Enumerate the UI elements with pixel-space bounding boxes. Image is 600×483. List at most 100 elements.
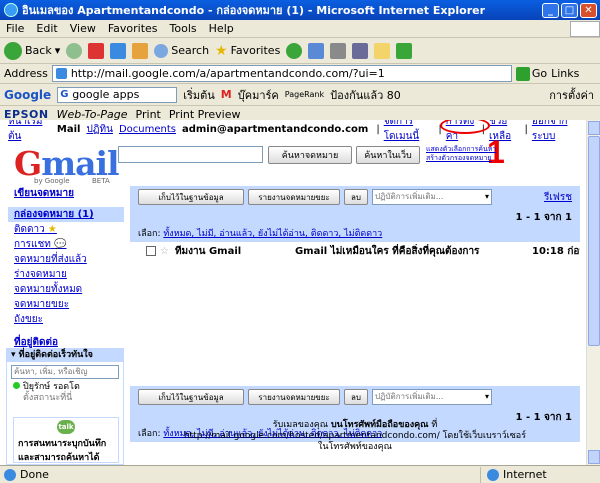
scroll-down-arrow-icon[interactable] (588, 450, 600, 464)
archive-button[interactable]: เก็บไว้ในฐานข้อมูล (138, 189, 244, 205)
compose-link[interactable]: เขียนจดหมาย (14, 186, 124, 201)
google-toolbar-logo[interactable]: Google (4, 88, 51, 102)
trash-link[interactable]: ถังขยะ (14, 312, 124, 327)
stop-icon[interactable] (88, 42, 105, 59)
favorites-button[interactable]: ★ Favorites (215, 43, 280, 59)
forward-button[interactable] (66, 42, 83, 59)
gmail-page: หน้าเริ่มต้น Mail ปฏิทิน Documents admin… (0, 120, 586, 465)
vertical-scrollbar[interactable] (586, 120, 600, 465)
links-button[interactable]: Links (551, 67, 579, 80)
starred-link[interactable]: ติดดาว ★ (14, 222, 124, 237)
more-actions-select-bottom[interactable]: ปฏิบัติการเพิ่มเติม... (371, 389, 492, 405)
refresh-link[interactable]: รีเฟรช (544, 190, 572, 205)
search-button[interactable]: Search (154, 43, 209, 58)
menu-favorites[interactable]: Favorites (108, 22, 158, 35)
menu-view[interactable]: View (70, 22, 96, 35)
more-actions-select[interactable]: ปฏิบัติการเพิ่มเติม... (371, 189, 492, 205)
google-toolbar-search[interactable]: google apps (57, 86, 178, 103)
top-action-bar: เก็บไว้ในฐานข้อมูล รายงานจดหมายขยะ ลบ ปฏ… (130, 186, 580, 208)
row-checkbox[interactable] (146, 246, 156, 256)
scroll-up-arrow-icon[interactable] (588, 121, 600, 135)
report-spam-button[interactable]: รายงานจดหมายขยะ (248, 189, 340, 205)
google-go-button[interactable]: เริ่มต้น (183, 86, 215, 104)
window-title: อินเมลของ Apartmentandcondo - กล่องจดหมา… (22, 4, 486, 17)
mail-list-area: เก็บไว้ในฐานข้อมูล รายงานจดหมายขยะ ลบ ปฏ… (130, 186, 580, 442)
select-label: เลือก: (138, 229, 161, 239)
back-arrow-icon (4, 41, 22, 60)
archive-button-bottom[interactable]: เก็บไว้ในฐานข้อมูล (138, 389, 244, 405)
delete-button[interactable]: ลบ (344, 189, 368, 205)
drafts-link[interactable]: ร่างจดหมาย (14, 267, 124, 282)
spam-link[interactable]: จดหมายขยะ (14, 297, 124, 312)
report-spam-button-bottom[interactable]: รายงานจดหมายขยะ (248, 389, 340, 405)
menu-help[interactable]: Help (209, 22, 234, 35)
edit-icon[interactable] (352, 42, 369, 59)
contact-search-input[interactable]: ค้นหา, เพิ่ม, หรือเชิญ (11, 365, 119, 379)
gmail-logo[interactable]: Gmail by Google BETA (14, 144, 120, 185)
search-options-links[interactable]: แสดงตัวเลือกการค้นหา สร้างตัวกรองจดหมาย (426, 145, 496, 163)
back-label: Back (25, 44, 52, 57)
chats-link[interactable]: การแชท 💬 (14, 237, 124, 252)
sign-out-link[interactable]: ออกจากระบบ (532, 120, 578, 144)
minimize-button[interactable]: _ (542, 2, 559, 18)
mail-icon[interactable] (308, 42, 325, 59)
google-settings-button[interactable]: การตั้งค่า (549, 86, 594, 104)
footer-text-a: รับเมลของคุณ (272, 420, 331, 430)
globe-icon (487, 468, 499, 481)
back-button[interactable]: Back ▾ (4, 41, 60, 60)
select-options-links[interactable]: ทั้งหมด, ไม่มี, อ่านแล้ว, ยังไม่ได้อ่าน,… (163, 229, 382, 239)
close-button[interactable]: ✕ (580, 2, 597, 18)
quick-contacts-box: ▾ ที่อยู่ติดต่อเร็วทันใจ ค้นหา, เพิ่ม, ห… (6, 348, 124, 465)
create-filter-link[interactable]: สร้างตัวกรองจดหมาย (426, 154, 496, 163)
row-star-icon[interactable]: ☆ (160, 246, 169, 257)
gmail-toolbar-icon[interactable]: M (221, 88, 232, 101)
menu-edit[interactable]: Edit (36, 22, 57, 35)
notes-icon[interactable] (374, 42, 391, 59)
search-mail-button[interactable]: ค้นหาจดหมาย (268, 146, 352, 164)
maximize-button[interactable]: □ (561, 2, 578, 18)
go-button[interactable]: Go (515, 66, 547, 81)
mail-search-input[interactable] (118, 146, 263, 163)
history-icon[interactable] (286, 42, 303, 59)
menu-file[interactable]: File (6, 22, 24, 35)
status-text: Done (20, 468, 49, 481)
messenger-icon[interactable] (396, 42, 413, 59)
left-navigation: เขียนจดหมาย กล่องจดหมาย (1) ติดดาว ★ การ… (8, 186, 124, 350)
favorites-label: Favorites (230, 44, 281, 57)
search-web-button[interactable]: ค้นหาในเว็บ (356, 146, 420, 164)
search-icon (154, 43, 169, 58)
message-count: 1 - 1 จาก 1 (515, 211, 572, 223)
nav-documents-link[interactable]: Documents (119, 124, 176, 135)
show-search-options-link[interactable]: แสดงตัวเลือกการค้นหา (426, 145, 496, 154)
nav-calendar-link[interactable]: ปฏิทิน (86, 122, 113, 137)
mobile-promo-footer: รับเมลของคุณ บนโทรศัพท์มือถือของคุณ ที่ … (130, 420, 580, 453)
bookmarks-button[interactable]: บุ๊คมาร์ค (238, 86, 279, 104)
address-input[interactable]: http://mail.google.com/a/apartmentandcon… (51, 65, 512, 82)
home-icon[interactable] (132, 42, 149, 59)
browser-window: อินเมลของ Apartmentandcondo - กล่องจดหมา… (0, 0, 600, 483)
footer-mobile-link[interactable]: บนโทรศัพท์มือถือของคุณ (331, 420, 429, 430)
row-sender: ทีมงาน Gmail (174, 245, 242, 257)
refresh-icon[interactable] (110, 42, 127, 59)
sent-link[interactable]: จดหมายที่ส่งแล้ว (14, 252, 124, 267)
manage-domain-link[interactable]: จัดการโดเมนนี้ (384, 120, 435, 144)
nav-mail: Mail (56, 123, 81, 135)
quick-contacts-header[interactable]: ▾ ที่อยู่ติดต่อเร็วทันใจ (7, 349, 123, 362)
count-bar: 1 - 1 จาก 1 (130, 208, 580, 226)
popup-blocker[interactable]: ป้องกันแล้ว 80 (330, 86, 401, 104)
menu-tools[interactable]: Tools (170, 22, 197, 35)
scroll-thumb[interactable] (588, 136, 600, 346)
logo-byline: by Google (34, 177, 70, 185)
all-mail-link[interactable]: จดหมายทั้งหมด (14, 282, 124, 297)
delete-button-bottom[interactable]: ลบ (344, 389, 368, 405)
status-bar: Done Internet (0, 465, 600, 483)
print-icon[interactable] (330, 42, 347, 59)
nav-home-link[interactable]: หน้าเริ่มต้น (8, 120, 51, 144)
table-row[interactable]: ☆ ทีมงาน Gmail Gmail ไม่เหมือนใคร ที่คือ… (130, 242, 580, 260)
chat-status-input[interactable]: ตั้งสถานะที่นี่ (7, 393, 123, 404)
talk-promo-text: การสนทนาระบุกบันทึกและสามารถค้นหาได้ (18, 439, 107, 463)
security-zone: Internet (480, 466, 600, 483)
inbox-link[interactable]: กล่องจดหมาย (1) (8, 207, 124, 222)
footer-text-c: ที่ (428, 420, 438, 430)
footer-url: http://mail.google.com/hosted/apartmenta… (183, 431, 527, 441)
